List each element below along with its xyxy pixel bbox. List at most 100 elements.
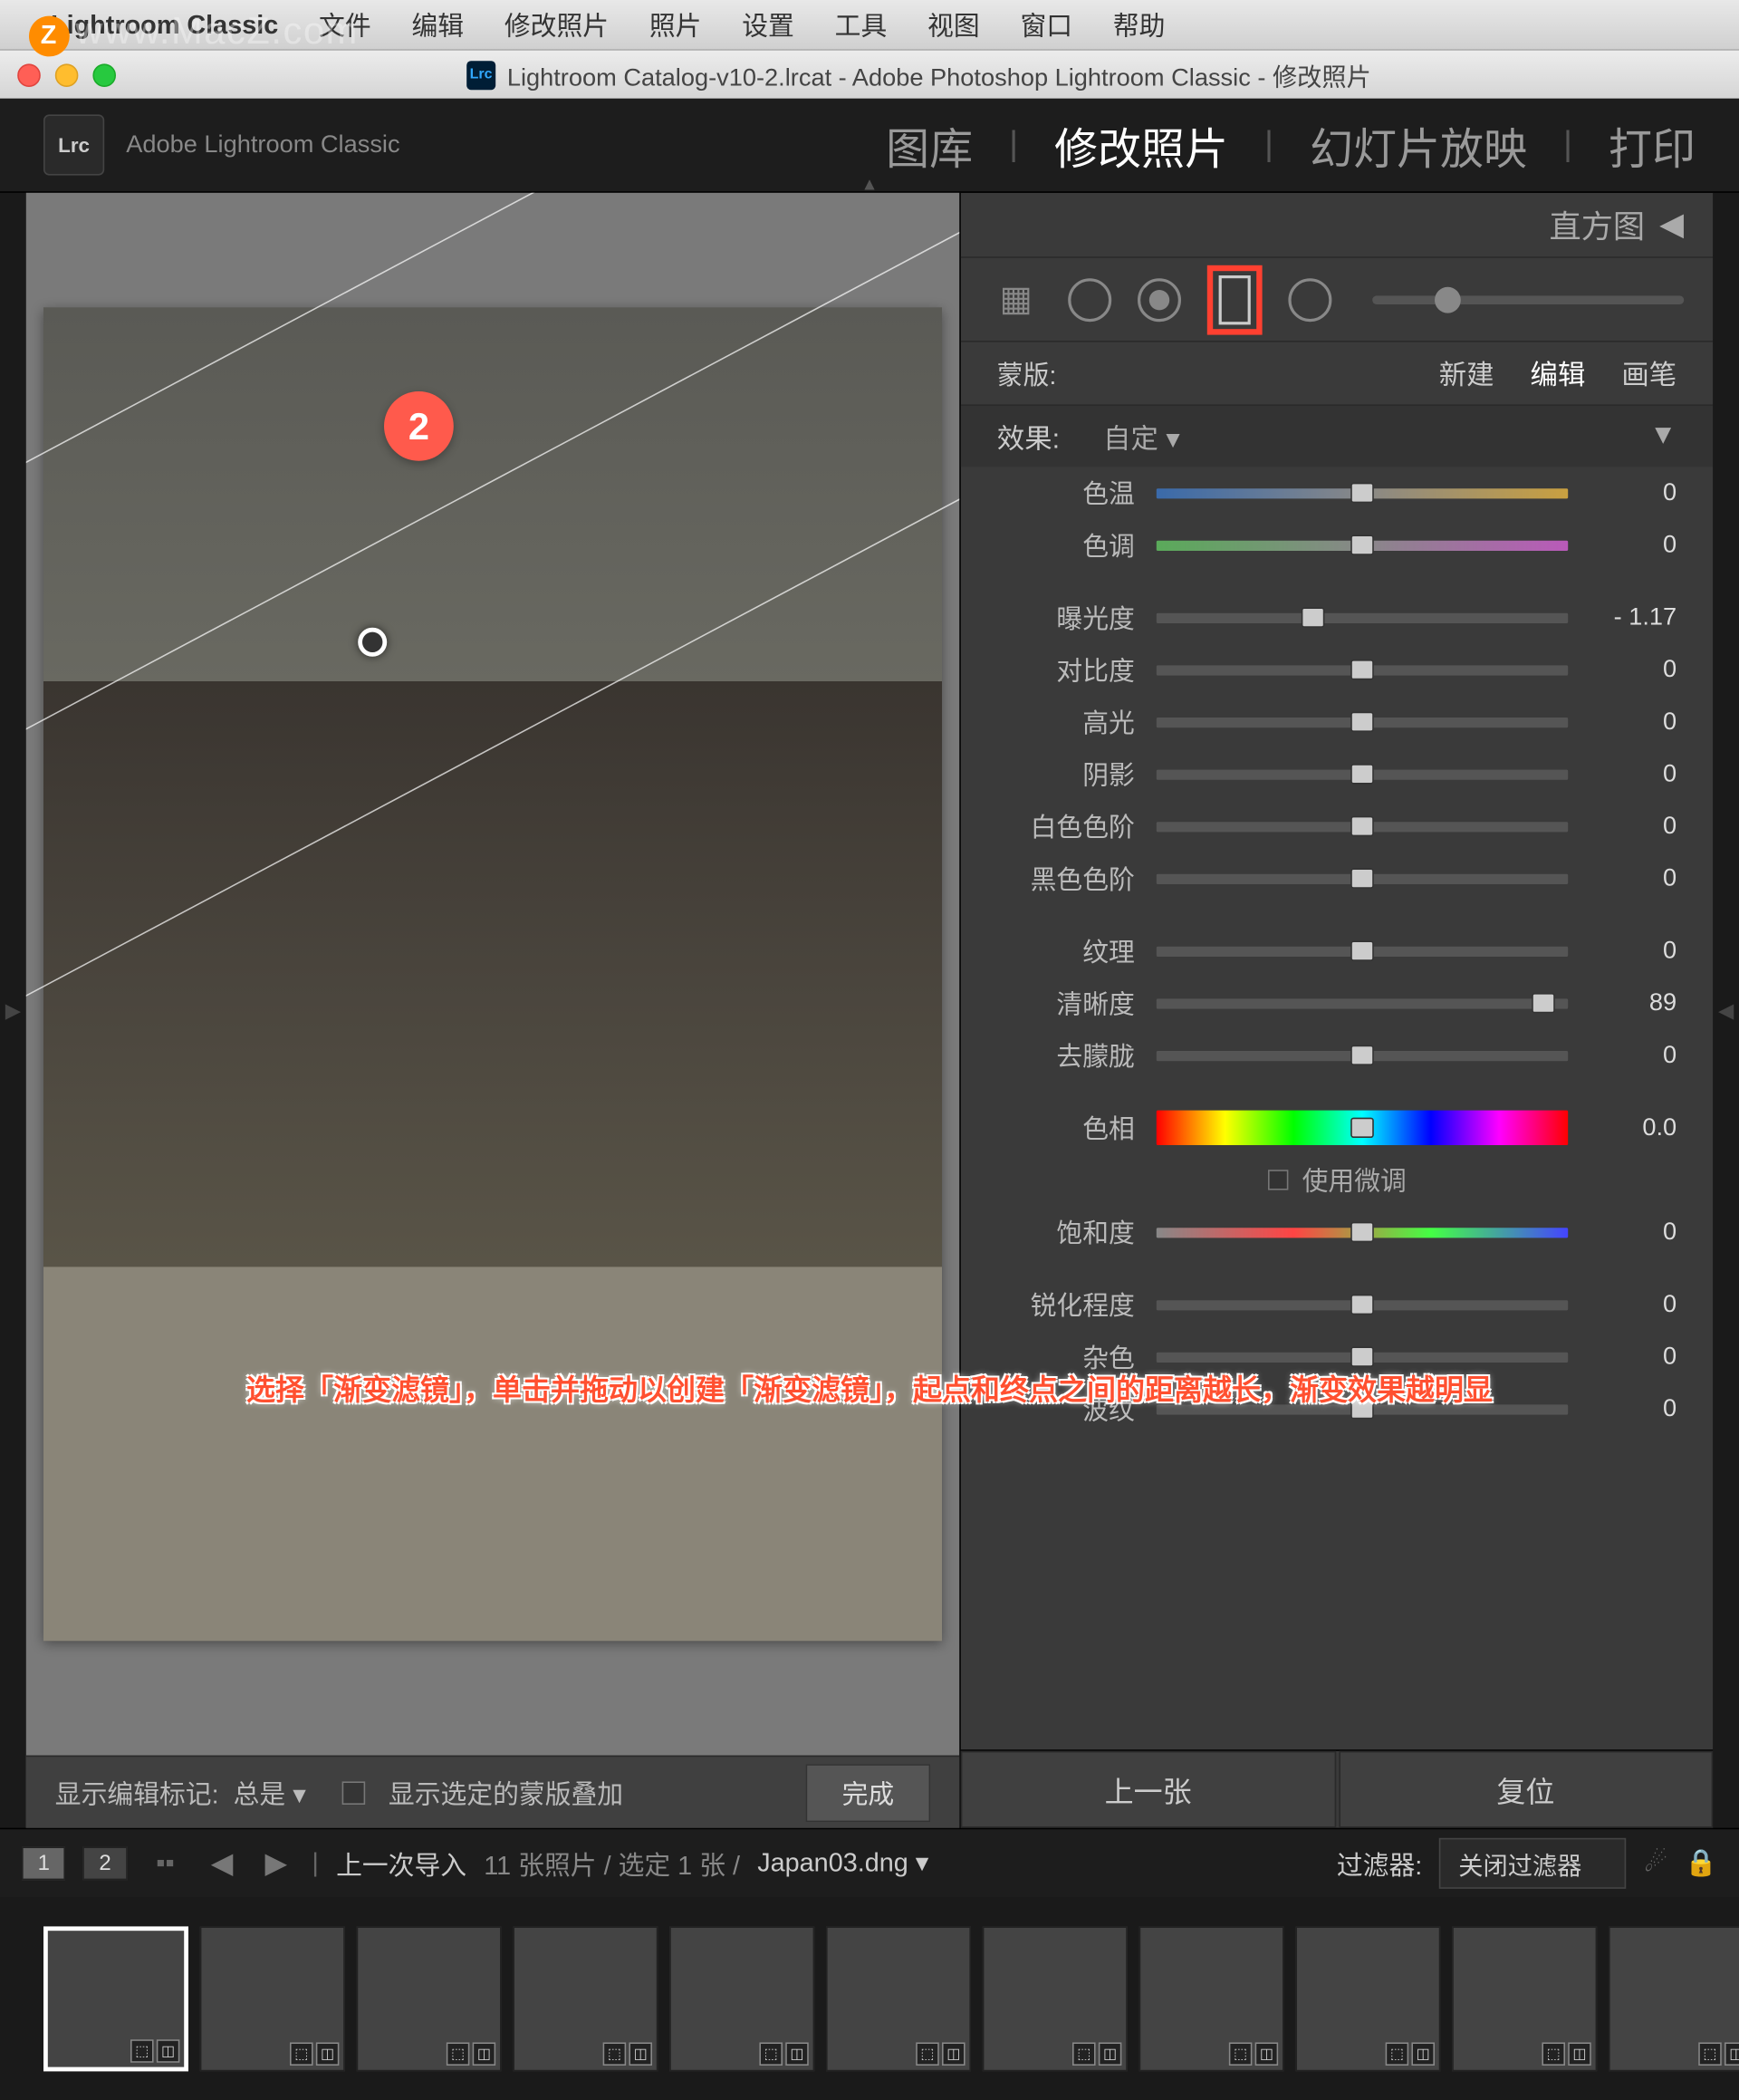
canvas-area: 显示编辑标记: 总是 ▾ 显示选定的蒙版叠加 完成 (26, 193, 959, 1828)
effect-collapse-icon[interactable]: ▼ (1649, 420, 1677, 452)
reset-button[interactable]: 复位 (1339, 1751, 1714, 1828)
finetune-row[interactable]: 使用微调 (961, 1154, 1713, 1207)
thumb-1[interactable]: ⬚◫ (43, 1926, 188, 2071)
minimize-window-icon[interactable] (55, 63, 79, 87)
view-2-button[interactable]: 2 (83, 1846, 128, 1880)
slider-blacks[interactable]: 黑色色阶0 (961, 853, 1713, 905)
thumb-4[interactable]: ⬚◫ (513, 1926, 658, 2071)
filmstrip: ⬚◫ ⬚◫ ⬚◫ ⬚◫ ⬚◫ ⬚◫ ⬚◫ ⬚◫ ⬚◫ ⬚◫ ⬚◫ (0, 1897, 1739, 2100)
mask-label: 蒙版: (997, 354, 1057, 392)
module-slideshow[interactable]: 幻灯片放映 (1310, 113, 1527, 177)
thumb-5[interactable]: ⬚◫ (669, 1926, 814, 2071)
prev-button[interactable]: 上一张 (961, 1751, 1336, 1828)
slider-dehaze[interactable]: 去朦胧0 (961, 1029, 1713, 1082)
window-title: Lrc Lightroom Catalog-v10-2.lrcat - Adob… (116, 56, 1722, 92)
maximize-window-icon[interactable] (92, 63, 116, 87)
thumb-6[interactable]: ⬚◫ (826, 1926, 971, 2071)
finetune-checkbox[interactable] (1267, 1170, 1287, 1190)
menu-tools[interactable]: 工具 (835, 5, 888, 43)
thumb-10[interactable]: ⬚◫ (1452, 1926, 1597, 2071)
module-print[interactable]: 打印 (1609, 113, 1696, 177)
menu-view[interactable]: 视图 (927, 5, 980, 43)
panel-footer: 上一张 复位 (961, 1749, 1713, 1827)
slider-highlights[interactable]: 高光0 (961, 696, 1713, 748)
thumb-9[interactable]: ⬚◫ (1295, 1926, 1440, 2071)
slider-exposure[interactable]: 曝光度- 1.17 (961, 592, 1713, 644)
window-titlebar: Lrc Lightroom Catalog-v10-2.lrcat - Adob… (0, 49, 1739, 98)
collapse-top-icon[interactable]: ▲ (860, 174, 878, 194)
slider-temp[interactable]: 色温0 (961, 467, 1713, 519)
collapse-histogram-icon[interactable]: ◀ (1659, 206, 1684, 244)
menu-help[interactable]: 帮助 (1113, 5, 1166, 43)
slider-texture[interactable]: 纹理0 (961, 925, 1713, 978)
nav-back-icon[interactable]: ◀ (204, 1845, 241, 1882)
view-1-button[interactable]: 1 (22, 1846, 66, 1880)
slider-whites[interactable]: 白色色阶0 (961, 800, 1713, 853)
filter-toggle-icon[interactable]: ☄ (1644, 1848, 1667, 1879)
effect-header: 效果: 自定 ▾ ▼ (961, 406, 1713, 467)
module-library[interactable]: 图库 (886, 113, 973, 177)
menu-settings[interactable]: 设置 (742, 5, 794, 43)
photo-preview (43, 307, 942, 1641)
thumb-7[interactable]: ⬚◫ (983, 1926, 1128, 2071)
filter-label: 过滤器: (1337, 1845, 1422, 1883)
image-canvas[interactable] (26, 193, 959, 1756)
app-logo-icon: Lrc (43, 114, 104, 175)
module-develop[interactable]: 修改照片 (1054, 113, 1228, 177)
main-area: ▶ 显示编辑标记: 总是 ▾ 显示选定的蒙版叠加 完成 直方图◀ (0, 193, 1739, 1828)
mask-new[interactable]: 新建 (1439, 353, 1494, 392)
slider-tint[interactable]: 色调0 (961, 519, 1713, 572)
overlay-checkbox[interactable] (342, 1781, 366, 1805)
watermark: Zwww.MacZ.com (29, 9, 359, 56)
thumb-8[interactable]: ⬚◫ (1139, 1926, 1284, 2071)
collapse-right-icon[interactable]: ◀ (1713, 193, 1739, 1828)
canvas-toolbar: 显示编辑标记: 总是 ▾ 显示选定的蒙版叠加 完成 (26, 1756, 959, 1828)
show-edit-label: 显示编辑标记: (55, 1774, 219, 1812)
mask-brush[interactable]: 画笔 (1621, 353, 1677, 392)
tool-strip: ▦ (961, 258, 1713, 342)
radial-filter-icon[interactable] (1288, 277, 1331, 321)
nav-forward-icon[interactable]: ▶ (258, 1845, 295, 1882)
slider-saturation[interactable]: 饱和度0 (961, 1206, 1713, 1258)
menu-edit[interactable]: 编辑 (411, 5, 464, 43)
menu-window[interactable]: 窗口 (1020, 5, 1072, 43)
menu-photo[interactable]: 照片 (649, 5, 702, 43)
thumb-11[interactable]: ⬚◫ (1609, 1926, 1739, 2071)
histogram-header[interactable]: 直方图◀ (961, 193, 1713, 258)
slider-contrast[interactable]: 对比度0 (961, 643, 1713, 696)
mask-edit[interactable]: 编辑 (1531, 353, 1586, 392)
thumb-3[interactable]: ⬚◫ (357, 1926, 502, 2071)
filter-dropdown[interactable]: 关闭过滤器 (1440, 1838, 1627, 1889)
crop-tool-icon[interactable]: ▦ (990, 274, 1042, 326)
filmstrip-toolbar: 1 2 ▪▪ ◀ ▶ | 上一次导入 11 张照片 / 选定 1 张 / Jap… (0, 1828, 1739, 1898)
gradient-filter-icon[interactable] (1207, 265, 1263, 334)
slider-clarity[interactable]: 清晰度89 (961, 977, 1713, 1029)
lock-icon[interactable]: 🔒 (1685, 1848, 1717, 1879)
collapse-left-icon[interactable]: ▶ (0, 193, 26, 1828)
slider-sharpness[interactable]: 锐化程度0 (961, 1278, 1713, 1331)
overlay-label: 显示选定的蒙版叠加 (389, 1774, 623, 1812)
annotation-badge-2: 2 (384, 391, 454, 461)
done-button[interactable]: 完成 (806, 1763, 931, 1821)
slider-hue[interactable]: 色相0.0 (961, 1102, 1713, 1154)
current-filename[interactable]: Japan03.dng ▾ (757, 1848, 928, 1879)
slider-shadows[interactable]: 阴影0 (961, 748, 1713, 801)
slider-list: 色温0 色调0 曝光度- 1.17 对比度0 高光0 阴影0 白色色阶0 黑色色… (961, 467, 1713, 1749)
develop-panel: 直方图◀ ▦ 蒙版: 新建 编辑 画笔 效果: 自定 ▾ ▼ 色温0 色调0 (959, 193, 1713, 1828)
close-window-icon[interactable] (17, 63, 41, 87)
photo-count: 11 张照片 / 选定 1 张 / (484, 1845, 740, 1883)
effect-preset-dropdown[interactable]: 自定 ▾ (1103, 417, 1180, 456)
module-picker: 图库 | 修改照片 | 幻灯片放映 | 打印 (886, 113, 1696, 177)
mask-pin-icon[interactable] (358, 627, 387, 656)
menu-develop[interactable]: 修改照片 (504, 5, 609, 43)
effect-label: 效果: (997, 417, 1060, 456)
brush-amount-slider[interactable] (1372, 295, 1684, 304)
lrc-doc-icon: Lrc (466, 60, 495, 89)
breadcrumb-import[interactable]: 上一次导入 (336, 1845, 466, 1883)
traffic-lights (17, 63, 116, 87)
show-edit-dropdown[interactable]: 总是 ▾ (234, 1774, 306, 1812)
thumb-2[interactable]: ⬚◫ (200, 1926, 345, 2071)
spot-tool-icon[interactable] (1068, 277, 1111, 321)
redeye-tool-icon[interactable] (1138, 277, 1181, 321)
app-header: Lrc Adobe Lightroom Classic 图库 | 修改照片 | … (0, 99, 1739, 193)
